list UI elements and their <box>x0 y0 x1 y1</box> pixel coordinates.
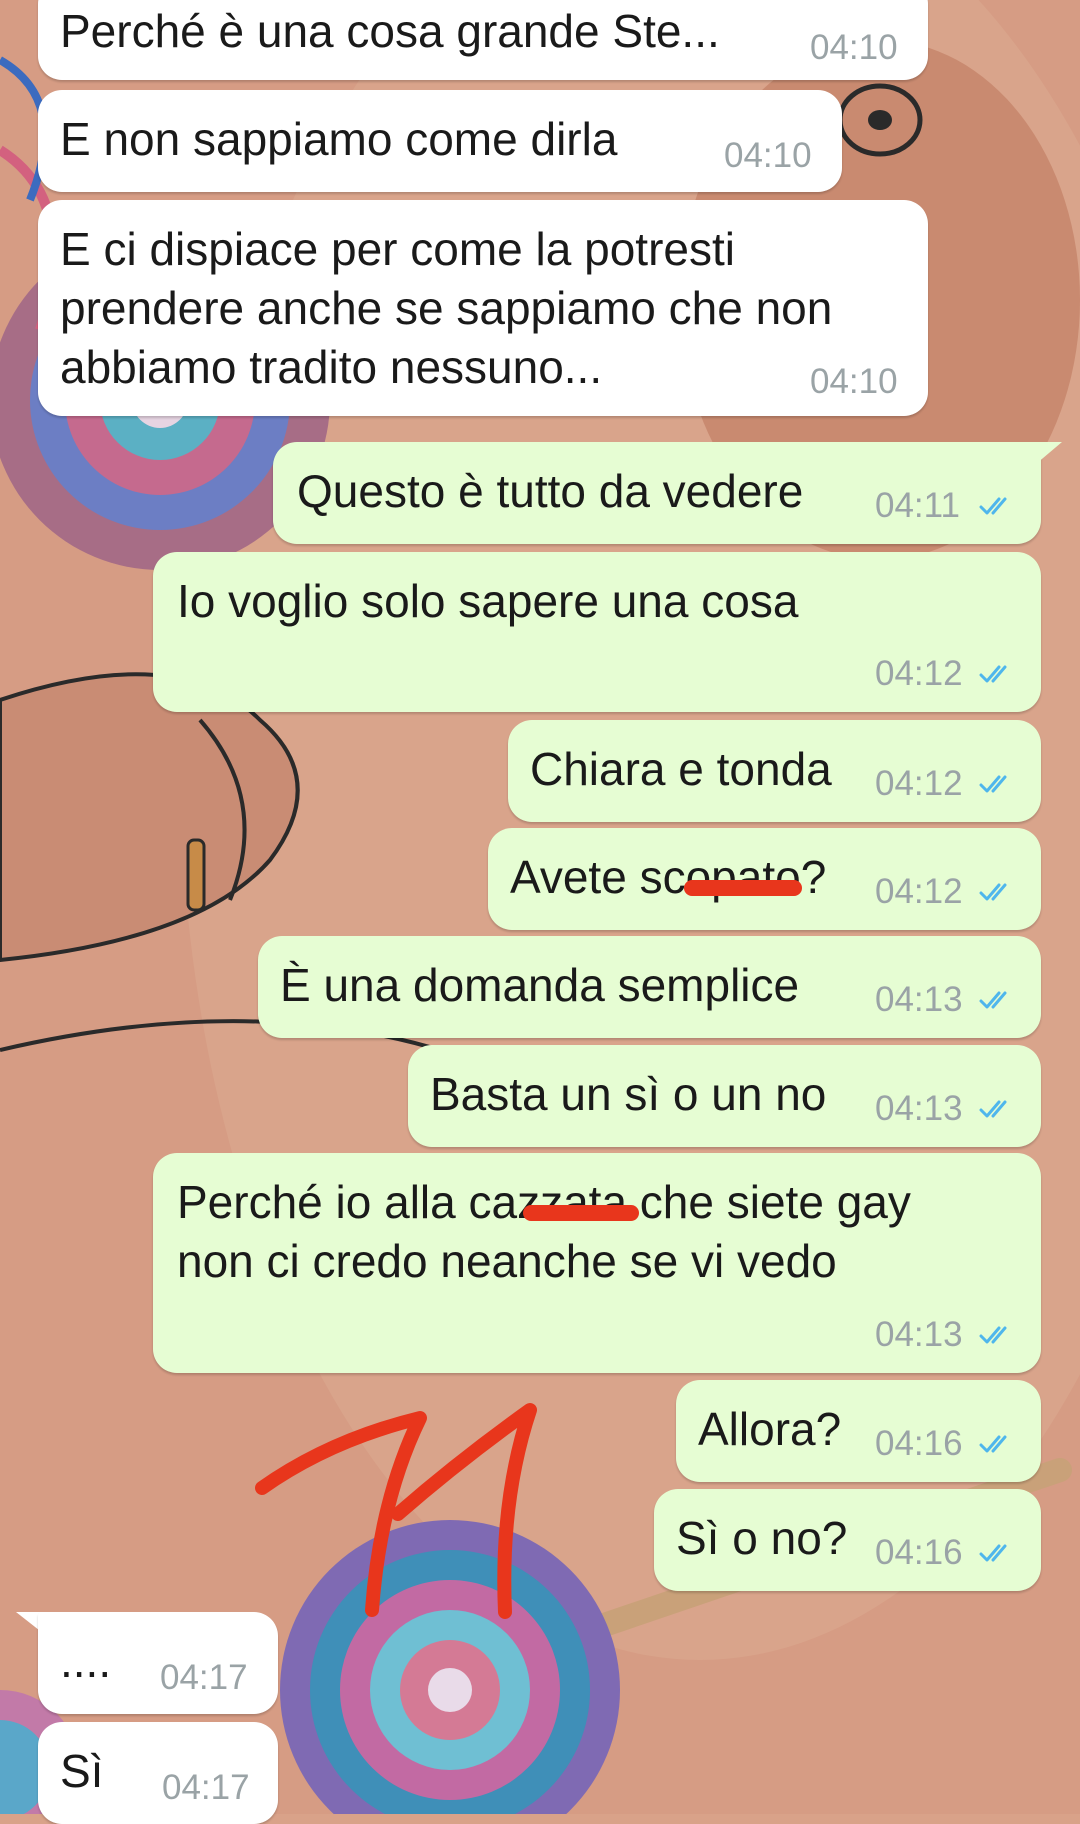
double-check-icon <box>979 775 1007 793</box>
incoming-message[interactable]: E ci dispiace per come la potresti prend… <box>38 200 928 416</box>
message-time: 04:17 <box>160 1658 248 1697</box>
message-text: E non sappiamo come dirla <box>60 113 618 165</box>
incoming-message[interactable]: Perché è una cosa grande Ste... 04:10 <box>38 0 928 80</box>
message-text: Avete scopato? <box>510 851 827 903</box>
outgoing-message[interactable]: Avete scopato? 04:12 <box>488 828 1041 930</box>
double-check-icon <box>979 665 1007 683</box>
message-time: 04:10 <box>724 136 812 175</box>
message-time: 04:13 <box>875 980 963 1019</box>
message-time: 04:11 <box>875 486 960 525</box>
message-text: Perché io alla cazzata che siete gay non… <box>177 1176 911 1287</box>
double-check-icon <box>979 1435 1007 1453</box>
double-check-icon <box>979 1100 1007 1118</box>
message-time: 04:12 <box>875 764 963 803</box>
redaction-mark <box>684 880 802 896</box>
bubble-tail <box>1036 442 1062 464</box>
outgoing-message[interactable]: Basta un sì o un no 04:13 <box>408 1045 1041 1147</box>
message-time: 04:13 <box>875 1089 963 1128</box>
message-text: .... <box>60 1635 112 1687</box>
redaction-mark <box>523 1205 639 1221</box>
message-time: 04:12 <box>875 654 963 693</box>
message-text: Questo è tutto da vedere <box>297 465 804 517</box>
message-time: 04:13 <box>875 1315 963 1354</box>
message-time: 04:17 <box>162 1768 250 1807</box>
message-text: Perché è una cosa grande Ste... <box>60 5 720 57</box>
message-text: Allora? <box>698 1403 842 1455</box>
message-text: Sì o no? <box>676 1512 848 1564</box>
message-time: 04:10 <box>810 28 898 67</box>
message-text: Chiara e tonda <box>530 743 832 795</box>
outgoing-message[interactable]: È una domanda semplice 04:13 <box>258 936 1041 1038</box>
outgoing-message[interactable]: Questo è tutto da vedere 04:11 <box>273 442 1041 544</box>
double-check-icon <box>979 497 1007 515</box>
message-text: Basta un sì o un no <box>430 1068 827 1120</box>
outgoing-message[interactable]: Perché io alla cazzata che siete gay non… <box>153 1153 1041 1373</box>
outgoing-message[interactable]: Io voglio solo sapere una cosa 04:12 <box>153 552 1041 712</box>
double-check-icon <box>979 991 1007 1009</box>
message-time: 04:12 <box>875 872 963 911</box>
message-time: 04:16 <box>875 1533 963 1572</box>
message-time: 04:10 <box>810 362 898 401</box>
message-text: È una domanda semplice <box>280 959 800 1011</box>
double-check-icon <box>979 1544 1007 1562</box>
message-text: Sì <box>60 1745 104 1797</box>
outgoing-message[interactable]: Allora? 04:16 <box>676 1380 1041 1482</box>
incoming-message[interactable]: Sì 04:17 <box>38 1722 278 1824</box>
outgoing-message[interactable]: Sì o no? 04:16 <box>654 1489 1041 1591</box>
outgoing-message[interactable]: Chiara e tonda 04:12 <box>508 720 1041 822</box>
message-time: 04:16 <box>875 1424 963 1463</box>
message-text: E ci dispiace per come la potresti prend… <box>60 223 833 393</box>
double-check-icon <box>979 883 1007 901</box>
message-text: Io voglio solo sapere una cosa <box>177 575 799 627</box>
incoming-message[interactable]: E non sappiamo come dirla 04:10 <box>38 90 842 192</box>
incoming-message[interactable]: .... 04:17 <box>38 1612 278 1714</box>
double-check-icon <box>979 1326 1007 1344</box>
